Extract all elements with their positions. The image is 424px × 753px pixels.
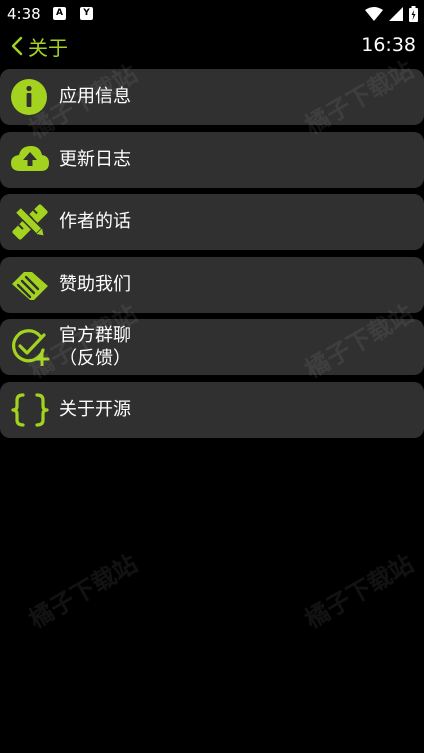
back-button[interactable]: 关于 — [10, 32, 68, 60]
menu-item-label: 关于开源 — [59, 398, 131, 420]
status-bar: 4:38 A Y — [0, 0, 424, 28]
menu-item-open-source[interactable]: 关于开源 — [0, 381, 424, 438]
braces-icon — [11, 392, 49, 427]
chevron-left-icon — [11, 36, 23, 56]
wifi-icon — [365, 7, 383, 21]
menu-item-changelog[interactable]: 更新日志 — [0, 131, 424, 188]
handshake-icon — [12, 271, 48, 300]
info-icon — [11, 79, 47, 115]
menu-item-author-note[interactable]: 作者的话 — [0, 194, 424, 250]
menu-item-label: 赞助我们 — [59, 273, 131, 295]
notification-app-icon: Y — [80, 7, 93, 20]
status-indicators — [365, 5, 418, 23]
notification-app-icon: A — [53, 7, 66, 20]
clock: 16:38 — [361, 34, 416, 56]
pencil-ruler-icon — [12, 204, 48, 240]
cloud-upload-icon — [11, 145, 49, 171]
signal-icon — [389, 7, 403, 21]
menu-item-app-info[interactable]: 应用信息 — [0, 69, 424, 125]
page-title: 关于 — [28, 35, 68, 60]
menu-item-official-group[interactable]: 官方群聊 （反馈） — [0, 319, 424, 375]
menu-item-label: 应用信息 — [59, 86, 131, 107]
menu-list: 应用信息 更新日志 作者的话 赞助我们 官方群聊 （反馈） 关于开源 — [0, 69, 424, 444]
watermark: 橘子下载站 — [300, 549, 419, 634]
status-time: 4:38 — [7, 5, 41, 23]
menu-item-label: 作者的话 — [59, 211, 131, 232]
watermark: 橘子下载站 — [24, 549, 143, 634]
check-plus-icon — [12, 329, 50, 366]
menu-item-sponsor[interactable]: 赞助我们 — [0, 256, 424, 313]
menu-item-label: 更新日志 — [59, 148, 131, 170]
app-bar: 关于 16:38 — [0, 30, 424, 62]
battery-icon — [409, 6, 418, 22]
menu-item-label: 官方群聊 （反馈） — [59, 325, 131, 369]
